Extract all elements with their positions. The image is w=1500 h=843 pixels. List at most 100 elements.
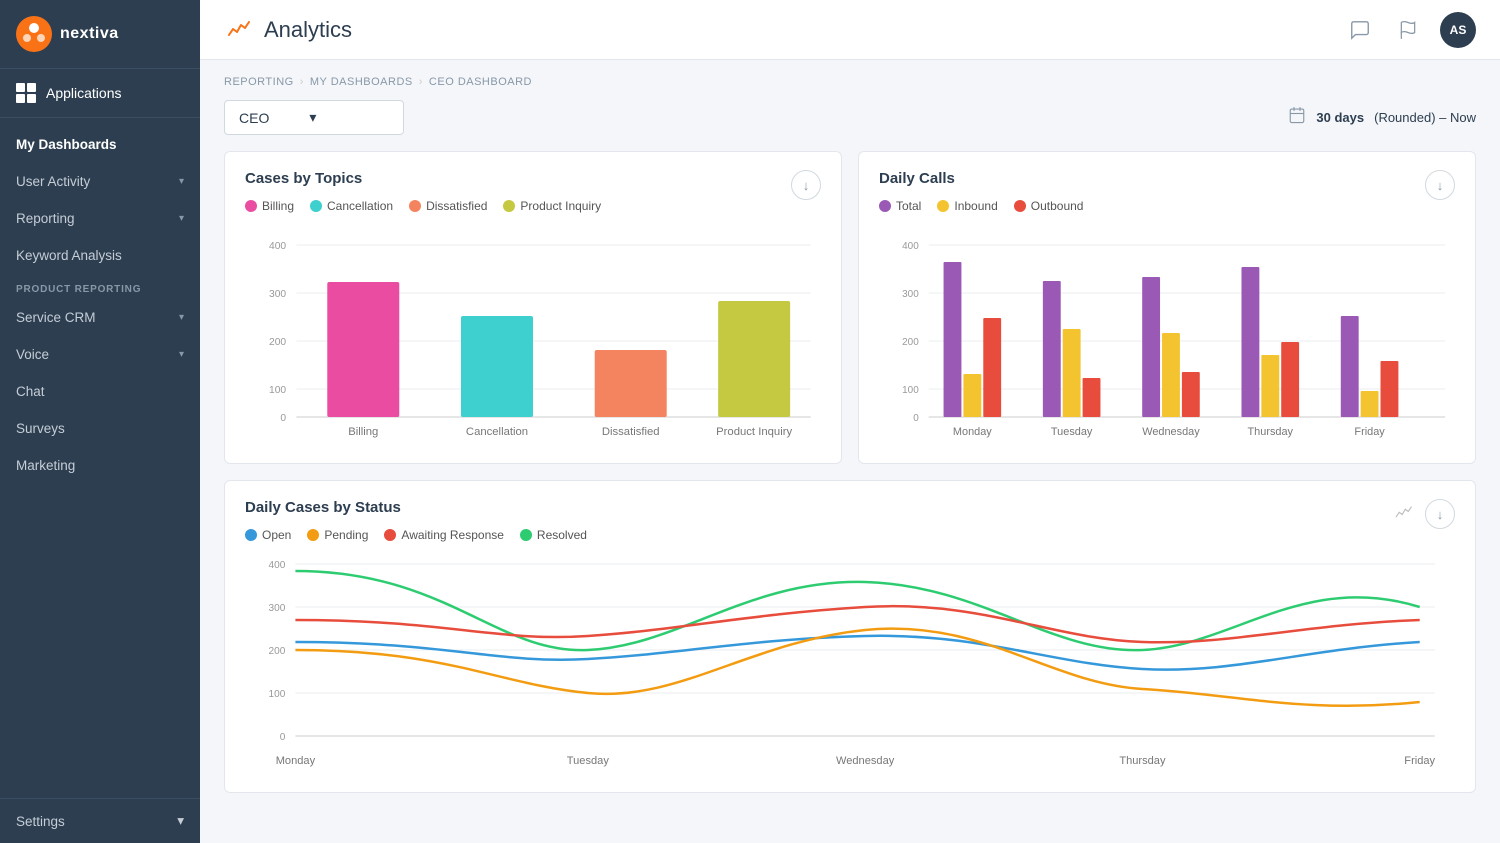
resolved-color-dot xyxy=(520,529,532,541)
pending-color-dot xyxy=(307,529,319,541)
sidebar-item-label: Service CRM xyxy=(16,310,96,325)
outbound-label: Outbound xyxy=(1031,199,1084,213)
dissatisfied-color-dot xyxy=(409,200,421,212)
svg-text:400: 400 xyxy=(902,241,919,252)
inbound-color-dot xyxy=(937,200,949,212)
svg-text:Friday: Friday xyxy=(1354,426,1385,438)
logo-text: nextiva xyxy=(60,25,119,43)
svg-text:Monday: Monday xyxy=(953,426,992,438)
product-inquiry-color-dot xyxy=(503,200,515,212)
billing-color-dot xyxy=(245,200,257,212)
product-inquiry-label: Product Inquiry xyxy=(520,199,601,213)
legend-awaiting-response: Awaiting Response xyxy=(384,528,504,542)
svg-text:200: 200 xyxy=(269,646,286,657)
cancellation-label: Cancellation xyxy=(327,199,393,213)
svg-text:200: 200 xyxy=(902,337,919,348)
sidebar-item-label: Surveys xyxy=(16,421,65,436)
svg-text:300: 300 xyxy=(269,289,287,300)
pending-label: Pending xyxy=(324,528,368,542)
svg-text:Tuesday: Tuesday xyxy=(567,755,610,767)
open-color-dot xyxy=(245,529,257,541)
calendar-icon xyxy=(1288,106,1306,129)
chevron-down-icon: ▾ xyxy=(179,349,184,360)
daily-cases-status-card: Daily Cases by Status Open Pending Aw xyxy=(224,480,1476,793)
svg-text:0: 0 xyxy=(280,732,286,743)
svg-text:100: 100 xyxy=(902,385,919,396)
charts-top-row: Cases by Topics Billing Cancellation xyxy=(224,151,1476,464)
main-content: Analytics AS REPORTING › MY DASHBOARDS xyxy=(200,0,1500,843)
breadcrumb-reporting: REPORTING xyxy=(224,76,294,88)
svg-text:Thursday: Thursday xyxy=(1248,426,1294,438)
legend-product-inquiry: Product Inquiry xyxy=(503,199,601,213)
chevron-down-icon: ▾ xyxy=(177,813,184,829)
svg-text:Tuesday: Tuesday xyxy=(1051,426,1093,438)
daily-cases-status-title: Daily Cases by Status xyxy=(245,499,587,516)
date-range-selector[interactable]: 30 days (Rounded) – Now xyxy=(1288,106,1476,129)
download-button[interactable]: ↓ xyxy=(1425,170,1455,200)
date-range-suffix: (Rounded) – Now xyxy=(1374,110,1476,125)
cancellation-color-dot xyxy=(310,200,322,212)
sidebar-item-marketing[interactable]: Marketing xyxy=(0,447,200,484)
cases-by-topics-chart: 400 300 200 100 0 Billi xyxy=(245,225,821,445)
content-area: REPORTING › MY DASHBOARDS › CEO DASHBOAR… xyxy=(200,60,1500,843)
sidebar-header: nextiva xyxy=(0,0,200,69)
svg-text:300: 300 xyxy=(902,289,919,300)
sidebar-item-label: Chat xyxy=(16,384,45,399)
sidebar-item-reporting[interactable]: Reporting ▾ xyxy=(0,200,200,237)
svg-text:Cancellation: Cancellation xyxy=(466,426,528,438)
sidebar-section-product-reporting: PRODUCT REPORTING xyxy=(0,274,200,299)
chat-icon-button[interactable] xyxy=(1344,14,1376,46)
svg-text:Monday: Monday xyxy=(276,755,316,767)
daily-cases-status-chart: 400 300 200 100 0 Monday xyxy=(245,554,1455,774)
sidebar-item-surveys[interactable]: Surveys xyxy=(0,410,200,447)
svg-text:300: 300 xyxy=(269,603,286,614)
sidebar: nextiva Applications My Dashboards User … xyxy=(0,0,200,843)
total-color-dot xyxy=(879,200,891,212)
daily-calls-chart: 400 300 200 100 0 xyxy=(879,225,1455,445)
sidebar-item-label: User Activity xyxy=(16,174,90,189)
dropdown-arrow-icon: ▾ xyxy=(309,109,316,126)
topbar: Analytics AS xyxy=(200,0,1500,60)
breadcrumb-ceo-dashboard: CEO DASHBOARD xyxy=(429,76,532,88)
legend-dissatisfied: Dissatisfied xyxy=(409,199,487,213)
sidebar-item-chat[interactable]: Chat xyxy=(0,373,200,410)
sidebar-item-voice[interactable]: Voice ▾ xyxy=(0,336,200,373)
breadcrumb: REPORTING › MY DASHBOARDS › CEO DASHBOAR… xyxy=(224,76,1476,88)
download-button[interactable]: ↓ xyxy=(791,170,821,200)
sidebar-item-settings[interactable]: Settings ▾ xyxy=(0,798,200,843)
billing-label: Billing xyxy=(262,199,294,213)
sidebar-item-label: Keyword Analysis xyxy=(16,248,122,263)
breadcrumb-my-dashboards: MY DASHBOARDS xyxy=(310,76,413,88)
flag-icon-button[interactable] xyxy=(1392,14,1424,46)
svg-text:400: 400 xyxy=(269,560,286,571)
daily-calls-legend: Total Inbound Outbound xyxy=(879,199,1083,213)
sidebar-item-keyword-analysis[interactable]: Keyword Analysis xyxy=(0,237,200,274)
svg-text:Friday: Friday xyxy=(1404,755,1435,767)
sidebar-item-user-activity[interactable]: User Activity ▾ xyxy=(0,163,200,200)
apps-grid-icon xyxy=(16,83,36,103)
cases-by-topics-card: Cases by Topics Billing Cancellation xyxy=(224,151,842,464)
cases-by-topics-title: Cases by Topics xyxy=(245,170,601,187)
applications-label: Applications xyxy=(46,85,122,101)
legend-resolved: Resolved xyxy=(520,528,587,542)
sidebar-item-applications[interactable]: Applications xyxy=(0,69,200,118)
svg-text:Wednesday: Wednesday xyxy=(836,755,895,767)
sidebar-item-label: Reporting xyxy=(16,211,75,226)
chevron-down-icon: ▾ xyxy=(179,213,184,224)
legend-cancellation: Cancellation xyxy=(310,199,393,213)
sidebar-item-label: Voice xyxy=(16,347,49,362)
download-button[interactable]: ↓ xyxy=(1425,499,1455,529)
sidebar-item-my-dashboards[interactable]: My Dashboards xyxy=(0,126,200,163)
topbar-right: AS xyxy=(1344,12,1476,48)
svg-text:100: 100 xyxy=(269,689,286,700)
daily-cases-status-legend: Open Pending Awaiting Response Reso xyxy=(245,528,587,542)
sidebar-item-service-crm[interactable]: Service CRM ▾ xyxy=(0,299,200,336)
settings-label: Settings xyxy=(16,814,65,829)
date-range-days: 30 days xyxy=(1316,110,1364,125)
total-label: Total xyxy=(896,199,921,213)
inbound-label: Inbound xyxy=(954,199,997,213)
legend-open: Open xyxy=(245,528,291,542)
dashboard-selector[interactable]: CEO ▾ xyxy=(224,100,404,135)
svg-text:Product Inquiry: Product Inquiry xyxy=(716,426,792,438)
user-avatar[interactable]: AS xyxy=(1440,12,1476,48)
